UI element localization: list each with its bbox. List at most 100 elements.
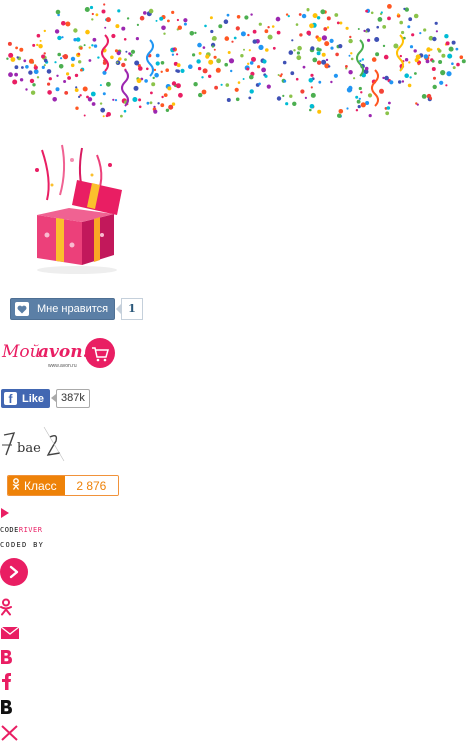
confetti-dot [138, 98, 142, 102]
confetti-dot [55, 9, 61, 15]
confetti-dot [226, 98, 231, 102]
confetti-dot [459, 55, 464, 59]
avon-logo[interactable]: Мой avon.ru www.avon.ru [0, 335, 120, 375]
confetti-dot [213, 48, 216, 51]
confetti-dot [213, 55, 217, 59]
confetti-dot [365, 9, 368, 13]
confetti-dot [279, 74, 283, 78]
confetti-dot [60, 57, 63, 60]
facebook-like-button[interactable]: f Like [1, 389, 51, 408]
confetti-dot [198, 51, 202, 55]
confetti-dot [56, 74, 59, 78]
confetti-dot [413, 49, 417, 53]
arrow-right-icon[interactable] [0, 558, 28, 586]
confetti-dot [444, 34, 449, 39]
confetti-dot [401, 80, 405, 83]
confetti-dot [121, 62, 126, 68]
confetti-dot [138, 105, 142, 109]
confetti-dot [77, 52, 81, 56]
confetti-dot [247, 33, 250, 37]
confetti-dot [282, 94, 285, 97]
confetti-dot [150, 91, 153, 95]
confetti-dot [409, 45, 414, 49]
confetti-dot [130, 49, 136, 54]
confetti-dot [155, 19, 158, 22]
confetti-dot [419, 31, 422, 35]
confetti-dot [407, 83, 412, 88]
confetti-dot [120, 114, 123, 118]
confetti-dot [121, 26, 126, 31]
confetti-dot [23, 59, 27, 63]
odnoklassniki-share-icon[interactable] [0, 598, 20, 616]
vk-like-widget[interactable]: Мне нравится 1 [10, 298, 143, 320]
confetti-dot [276, 96, 282, 101]
confetti-dot [425, 59, 430, 64]
confetti-dot [163, 32, 166, 35]
confetti-dot [289, 94, 293, 98]
confetti-dot [210, 29, 214, 34]
confetti-dot [299, 33, 303, 37]
vk-icon[interactable] [0, 698, 20, 716]
confetti-dot [272, 46, 276, 50]
confetti-dot [114, 49, 119, 53]
confetti-dot [159, 16, 164, 21]
ok-class-count: 2 876 [64, 476, 118, 495]
vk-icon[interactable] [0, 648, 20, 666]
confetti-dot [93, 44, 98, 48]
facebook-like-counter: 387k [51, 389, 90, 408]
confetti-dot [183, 18, 188, 23]
confetti-dot [78, 95, 81, 98]
confetti-dot [338, 109, 344, 114]
confetti-dot [409, 76, 412, 79]
confetti-dot [267, 34, 273, 40]
confetti-dot [204, 24, 207, 28]
ok-class-widget[interactable]: Класс 2 876 [7, 475, 119, 496]
coderiver-logo[interactable]: CODERIVER [0, 526, 42, 534]
facebook-share-icon[interactable] [0, 672, 20, 690]
confetti-dot [223, 19, 229, 25]
confetti-dot [309, 23, 314, 29]
facebook-like-widget[interactable]: f Like 387k [1, 389, 90, 408]
confetti-dot [282, 60, 287, 65]
confetti-dot [76, 37, 81, 42]
confetti-dot [364, 66, 369, 71]
confetti-dot [408, 61, 411, 64]
ok-class-button[interactable]: Класс [8, 476, 65, 495]
confetti-dot [52, 97, 57, 102]
play-icon[interactable] [1, 508, 9, 518]
confetti-dot [100, 107, 106, 113]
confetti-dot [398, 80, 402, 84]
confetti-dot [414, 72, 417, 75]
confetti-dot [197, 66, 202, 71]
confetti-dot [153, 105, 156, 108]
confetti-dot [358, 97, 361, 100]
confetti-dot [379, 88, 384, 94]
close-icon[interactable] [0, 724, 20, 742]
mail-icon[interactable] [0, 624, 20, 642]
confetti-dot [19, 78, 24, 82]
confetti-dot [14, 65, 19, 70]
confetti-dot [334, 13, 339, 17]
confetti-dot [348, 54, 351, 57]
confetti-dot [326, 26, 330, 29]
confetti-dot [15, 46, 18, 50]
confetti-dot [298, 13, 302, 16]
confetti-dot [401, 30, 405, 35]
confetti-dot [296, 51, 300, 55]
confetti-dot [225, 83, 230, 87]
confetti-dot [360, 102, 366, 108]
vk-like-button[interactable]: Мне нравится [10, 298, 116, 320]
confetti-dot [262, 59, 267, 64]
confetti-dot [91, 18, 94, 21]
confetti-dot [168, 104, 174, 110]
confetti-dot [375, 52, 380, 57]
confetti-dot [160, 103, 165, 108]
confetti-dot [36, 33, 41, 38]
confetti-dot [99, 84, 102, 87]
confetti-dot [432, 84, 437, 90]
confetti-dot [428, 54, 431, 57]
confetti-dot [74, 73, 79, 78]
confetti-dot [266, 84, 271, 89]
confetti-dot [218, 24, 223, 29]
confetti-dot [376, 25, 380, 29]
